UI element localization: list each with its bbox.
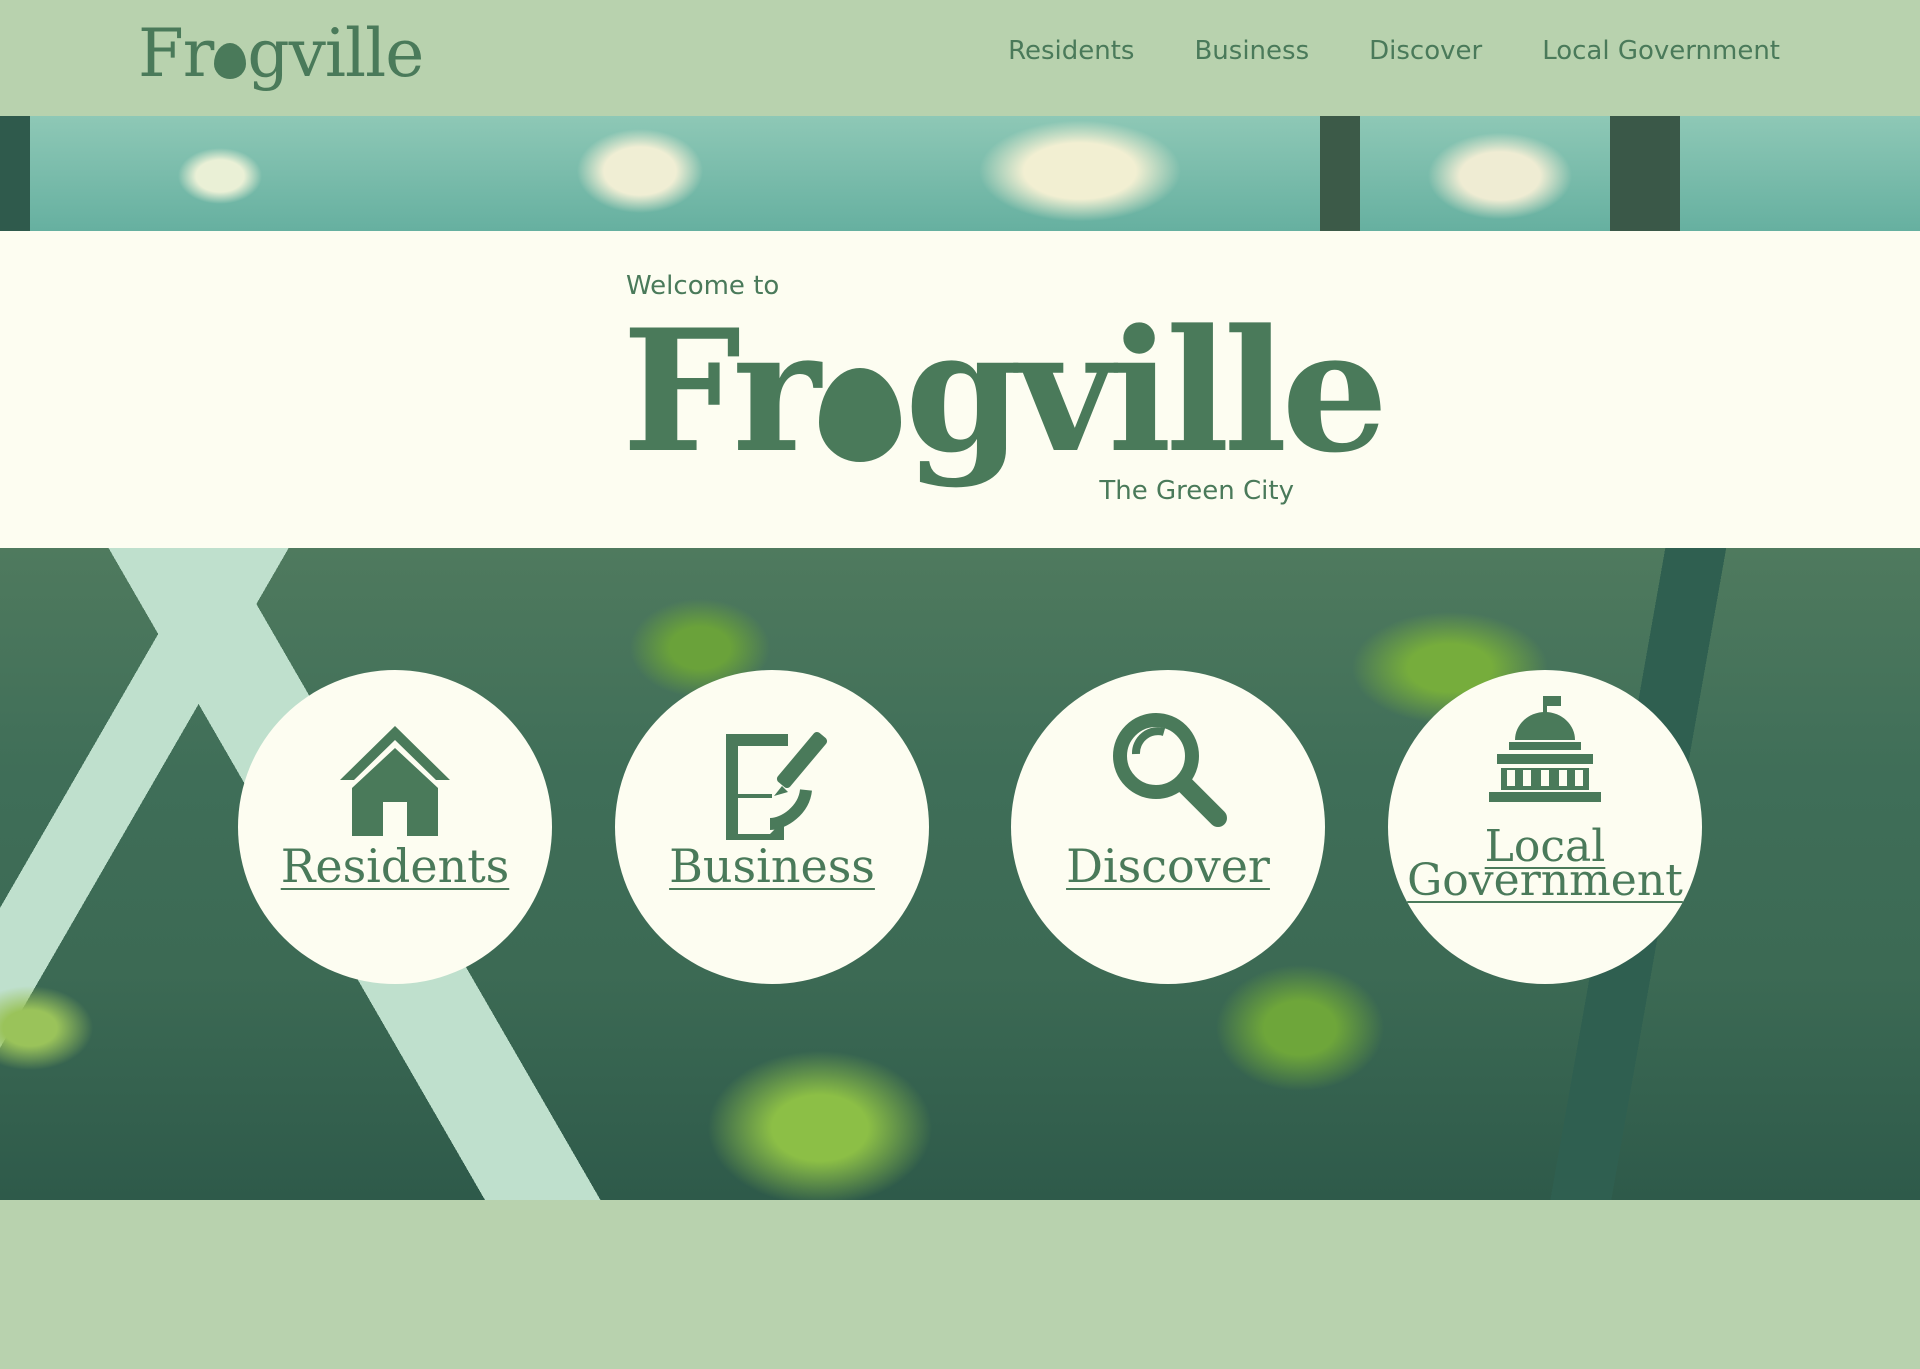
card-label: Business: [669, 839, 875, 893]
main-nav: Residents Business Discover Local Govern…: [1008, 36, 1780, 66]
magnifier-icon: [1113, 713, 1227, 827]
logo-text-end: gville: [247, 15, 424, 92]
site-logo[interactable]: Fr gville: [138, 14, 424, 94]
card-label-line: Government: [1407, 855, 1683, 906]
hero-sky-image: [0, 116, 1920, 231]
frog-egg-icon: [214, 43, 247, 79]
card-discover[interactable]: Discover: [1011, 670, 1325, 984]
nav-link-discover[interactable]: Discover: [1369, 36, 1482, 66]
nav-link-residents[interactable]: Residents: [1008, 36, 1134, 66]
logo-text-start: Fr: [138, 15, 214, 92]
title-text-end: gville: [904, 292, 1388, 490]
title-text-start: Fr: [622, 292, 821, 490]
page-footer: [0, 1200, 1920, 1369]
card-business[interactable]: Business: [615, 670, 929, 984]
nav-link-local-government[interactable]: Local Government: [1542, 36, 1780, 66]
welcome-banner: Welcome to Fr gville The Green City: [0, 231, 1920, 548]
site-header: Fr gville Residents Business Discover Loc…: [0, 0, 1920, 116]
card-label: Discover: [1066, 839, 1270, 893]
nav-link-business[interactable]: Business: [1194, 36, 1309, 66]
document-pen-icon: [726, 731, 828, 840]
card-local-government[interactable]: Local Government: [1388, 670, 1702, 984]
frog-egg-icon: [818, 368, 901, 462]
card-label: Residents: [280, 839, 510, 893]
card-residents[interactable]: Residents: [238, 670, 552, 984]
house-icon: [340, 726, 450, 836]
tagline: The Green City: [1099, 476, 1294, 506]
landscape-background-image: Residents Business Discover Local Govern…: [0, 548, 1920, 1200]
capitol-building-icon: [1489, 696, 1601, 802]
card-label: Local Government: [1388, 825, 1702, 903]
page-title: Fr gville: [622, 291, 1388, 491]
